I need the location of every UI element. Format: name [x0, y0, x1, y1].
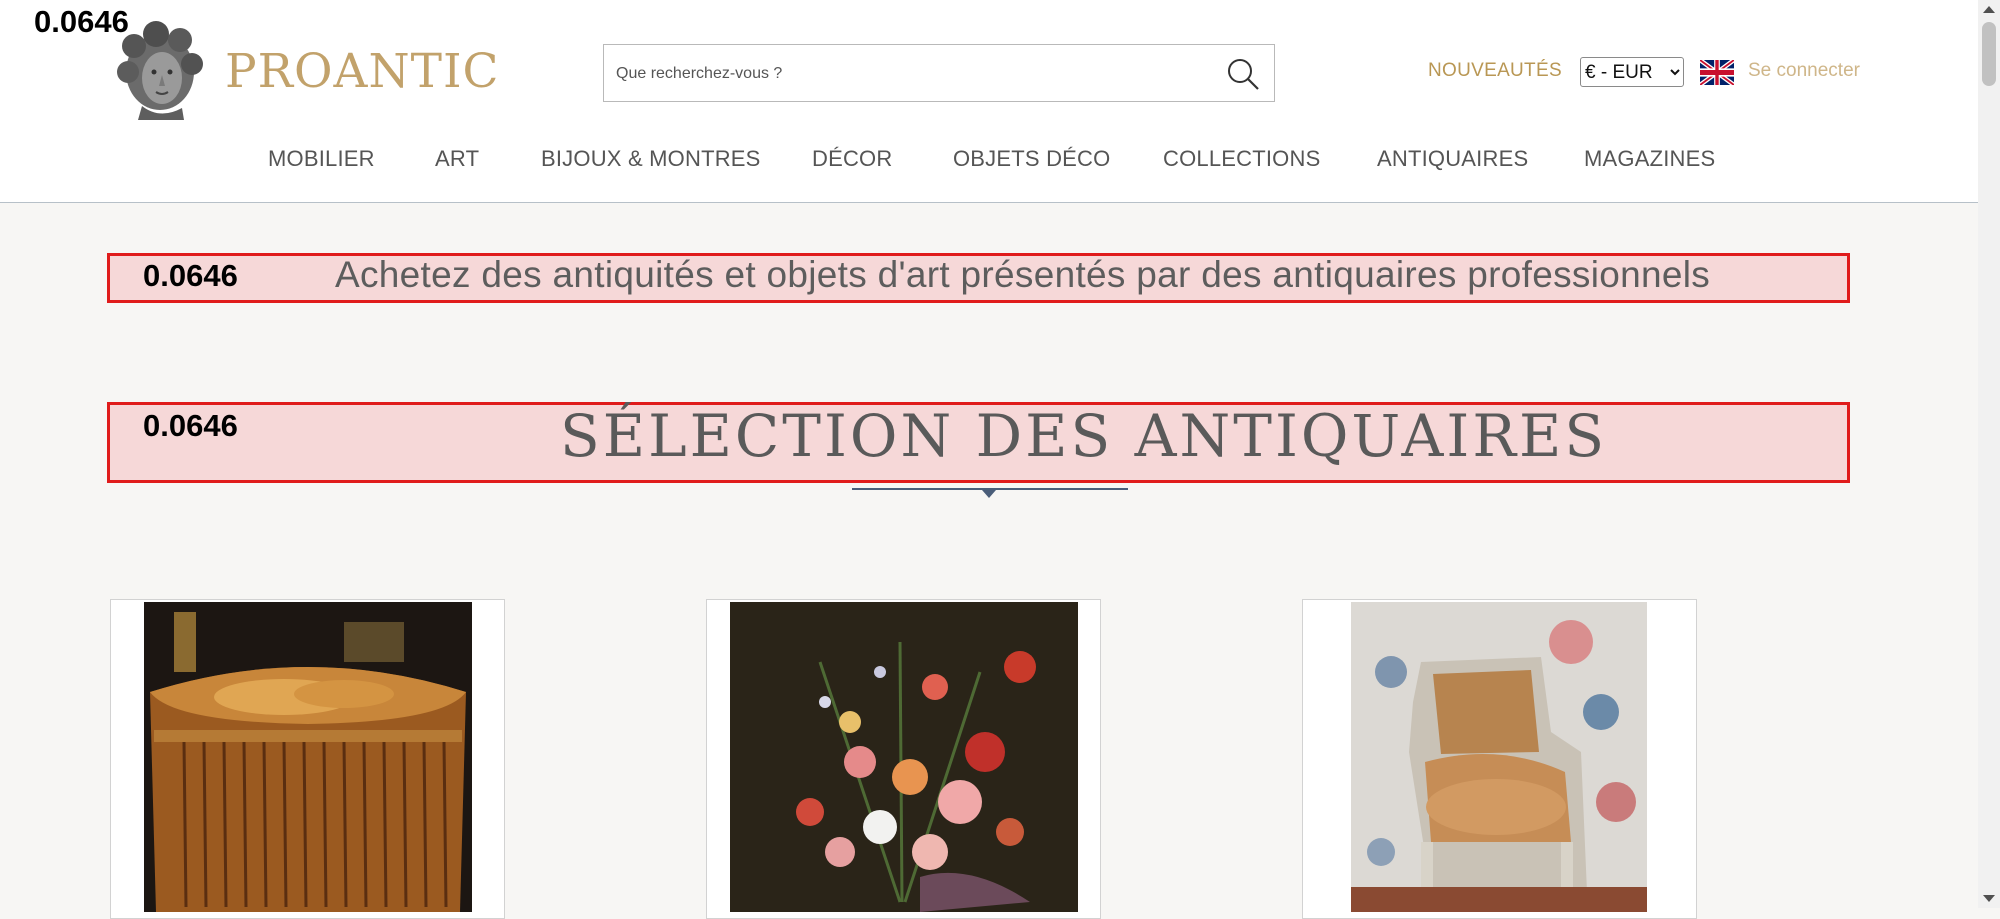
upholstered-bergere-armchair-icon[interactable] [1351, 602, 1647, 912]
overlay-score: 0.0646 [34, 4, 129, 39]
search-icon[interactable] [1226, 57, 1260, 91]
main-nav: MOBILIER ART BIJOUX & MONTRES DÉCOR OBJE… [0, 146, 1978, 180]
overlay-score: 0.0646 [143, 408, 238, 443]
brand-name[interactable]: PROANTIC [225, 44, 500, 99]
nav-item-decor[interactable]: DÉCOR [812, 146, 892, 172]
nouveautes-link[interactable]: NOUVEAUTÉS [1428, 60, 1562, 82]
nav-item-magazines[interactable]: MAGAZINES [1584, 146, 1715, 172]
scroll-down-arrow-icon[interactable] [1983, 895, 1995, 902]
page-scrollbar[interactable] [1978, 0, 2000, 908]
currency-select[interactable]: € - EUR [1580, 57, 1684, 87]
search-box [603, 44, 1275, 102]
nav-item-art[interactable]: ART [435, 146, 479, 172]
scrollbar-thumb[interactable] [1982, 22, 1996, 86]
nav-item-collections[interactable]: COLLECTIONS [1163, 146, 1320, 172]
product-card[interactable] [1302, 599, 1697, 919]
login-link[interactable]: Se connecter [1748, 60, 1860, 82]
tagline: Achetez des antiquités et objets d'art p… [335, 254, 1711, 295]
scroll-up-arrow-icon[interactable] [1983, 6, 1995, 13]
divider-arrow-icon [982, 490, 996, 498]
site-header: PROANTIC NOUVEAUTÉS € - EUR Se connecter… [0, 0, 1978, 203]
uk-flag-icon[interactable] [1700, 60, 1734, 85]
nav-item-mobilier[interactable]: MOBILIER [268, 146, 375, 172]
section-title: SÉLECTION DES ANTIQUAIRES [560, 402, 1608, 470]
nav-item-bijoux-montres[interactable]: BIJOUX & MONTRES [541, 146, 761, 172]
floral-still-life-painting-icon[interactable] [730, 602, 1078, 912]
search-input[interactable] [614, 53, 1198, 95]
product-card[interactable] [110, 599, 505, 919]
nav-item-antiquaires[interactable]: ANTIQUAIRES [1377, 146, 1528, 172]
marquetry-demilune-commode-icon[interactable] [144, 602, 472, 912]
product-card[interactable] [706, 599, 1101, 919]
nav-item-objets-deco[interactable]: OBJETS DÉCO [953, 146, 1110, 172]
overlay-score: 0.0646 [143, 258, 238, 293]
